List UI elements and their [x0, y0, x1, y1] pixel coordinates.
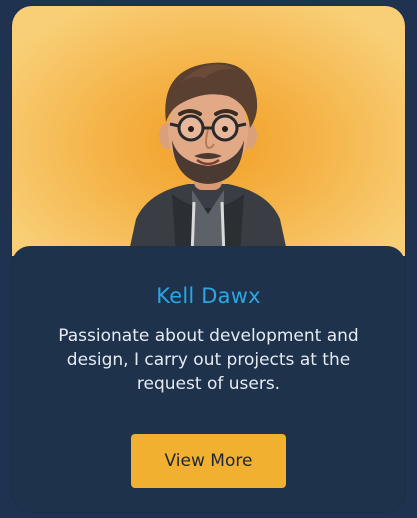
profile-hero [12, 6, 405, 256]
avatar [128, 62, 288, 256]
view-more-button[interactable]: View More [131, 434, 286, 488]
profile-card: Kell Dawx Passionate about development a… [12, 6, 405, 512]
profile-name: Kell Dawx [156, 284, 261, 308]
profile-content: Kell Dawx Passionate about development a… [12, 246, 405, 512]
profile-description: Passionate about development and design,… [58, 326, 359, 394]
